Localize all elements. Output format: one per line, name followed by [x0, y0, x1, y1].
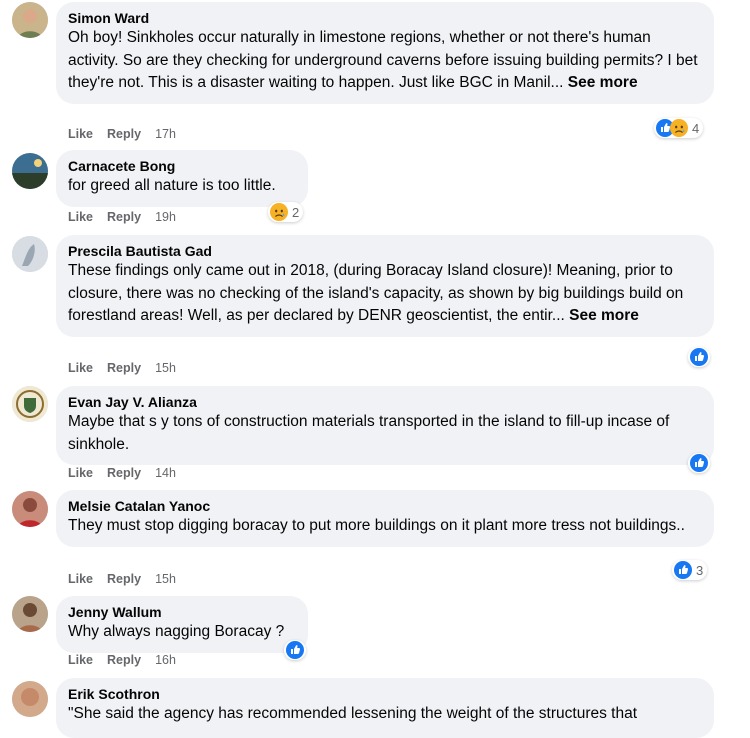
- like-icon: [286, 641, 304, 659]
- like-icon: [674, 561, 692, 579]
- comment-actions: Like Reply 17h: [68, 127, 176, 141]
- reply-link[interactable]: Reply: [107, 466, 141, 480]
- reaction-summary[interactable]: 4: [654, 118, 704, 138]
- timestamp[interactable]: 15h: [155, 572, 176, 586]
- comment-actions: Like Reply 15h: [68, 572, 176, 586]
- comment-actions: Like Reply 19h: [68, 210, 176, 224]
- reaction-count: 4: [692, 120, 700, 136]
- comment-text: Oh boy! Sinkholes occur naturally in lim…: [68, 27, 702, 95]
- see-more-link[interactable]: See more: [569, 307, 639, 324]
- reply-link[interactable]: Reply: [107, 210, 141, 224]
- timestamp[interactable]: 14h: [155, 466, 176, 480]
- timestamp[interactable]: 19h: [155, 210, 176, 224]
- sad-icon: [270, 203, 288, 221]
- comment-author[interactable]: Prescila Bautista Gad: [68, 243, 702, 260]
- comment-text: These findings only came out in 2018, (d…: [68, 260, 702, 328]
- reaction-count: 2: [292, 204, 300, 220]
- avatar[interactable]: [12, 153, 48, 189]
- comment-author[interactable]: Carnacete Bong: [68, 158, 296, 175]
- avatar[interactable]: [12, 681, 48, 717]
- comment-bubble: Erik Scothron "She said the agency has r…: [56, 678, 714, 738]
- comment-text: "She said the agency has recommended les…: [68, 705, 638, 722]
- reply-link[interactable]: Reply: [107, 572, 141, 586]
- avatar[interactable]: [12, 236, 48, 272]
- comment-actions: Like Reply 15h: [68, 361, 176, 375]
- avatar[interactable]: [12, 386, 48, 422]
- reaction-summary[interactable]: 3: [672, 560, 708, 580]
- reaction-summary[interactable]: 2: [268, 202, 304, 222]
- comment-author[interactable]: Simon Ward: [68, 10, 702, 27]
- reaction-summary[interactable]: [688, 453, 710, 473]
- like-link[interactable]: Like: [68, 572, 93, 586]
- timestamp[interactable]: 15h: [155, 361, 176, 375]
- comment-text: Maybe that s y tons of construction mate…: [68, 413, 670, 453]
- reaction-summary[interactable]: [688, 347, 710, 367]
- comment-bubble: Carnacete Bong for greed all nature is t…: [56, 150, 308, 207]
- comment-bubble: Melsie Catalan Yanoc They must stop digg…: [56, 490, 714, 547]
- comment-author[interactable]: Melsie Catalan Yanoc: [68, 498, 702, 515]
- comment-author[interactable]: Erik Scothron: [68, 686, 702, 703]
- like-link[interactable]: Like: [68, 653, 93, 667]
- reaction-count: 3: [696, 562, 704, 578]
- comment-bubble: Simon Ward Oh boy! Sinkholes occur natur…: [56, 2, 714, 104]
- like-link[interactable]: Like: [68, 361, 93, 375]
- comment-bubble: Prescila Bautista Gad These findings onl…: [56, 235, 714, 337]
- avatar[interactable]: [12, 2, 48, 38]
- comment-bubble: Jenny Wallum Why always nagging Boracay …: [56, 596, 308, 653]
- comment-actions: Like Reply 14h: [68, 466, 176, 480]
- comment-text: Why always nagging Boracay ?: [68, 623, 285, 640]
- comment-author[interactable]: Evan Jay V. Alianza: [68, 394, 702, 411]
- sad-icon: [670, 119, 688, 137]
- like-link[interactable]: Like: [68, 466, 93, 480]
- avatar[interactable]: [12, 596, 48, 632]
- see-more-link[interactable]: See more: [568, 74, 638, 91]
- like-link[interactable]: Like: [68, 210, 93, 224]
- timestamp[interactable]: 17h: [155, 127, 176, 141]
- like-link[interactable]: Like: [68, 127, 93, 141]
- comment-author[interactable]: Jenny Wallum: [68, 604, 296, 621]
- reply-link[interactable]: Reply: [107, 653, 141, 667]
- comment-actions: Like Reply 16h: [68, 653, 176, 667]
- like-icon: [690, 454, 708, 472]
- reply-link[interactable]: Reply: [107, 127, 141, 141]
- comment-text: They must stop digging boracay to put mo…: [68, 517, 685, 534]
- comment-text: for greed all nature is too little.: [68, 177, 276, 194]
- comment-bubble: Evan Jay V. Alianza Maybe that s y tons …: [56, 386, 714, 465]
- reply-link[interactable]: Reply: [107, 361, 141, 375]
- avatar[interactable]: [12, 491, 48, 527]
- like-icon: [690, 348, 708, 366]
- reaction-summary[interactable]: [284, 640, 306, 660]
- timestamp[interactable]: 16h: [155, 653, 176, 667]
